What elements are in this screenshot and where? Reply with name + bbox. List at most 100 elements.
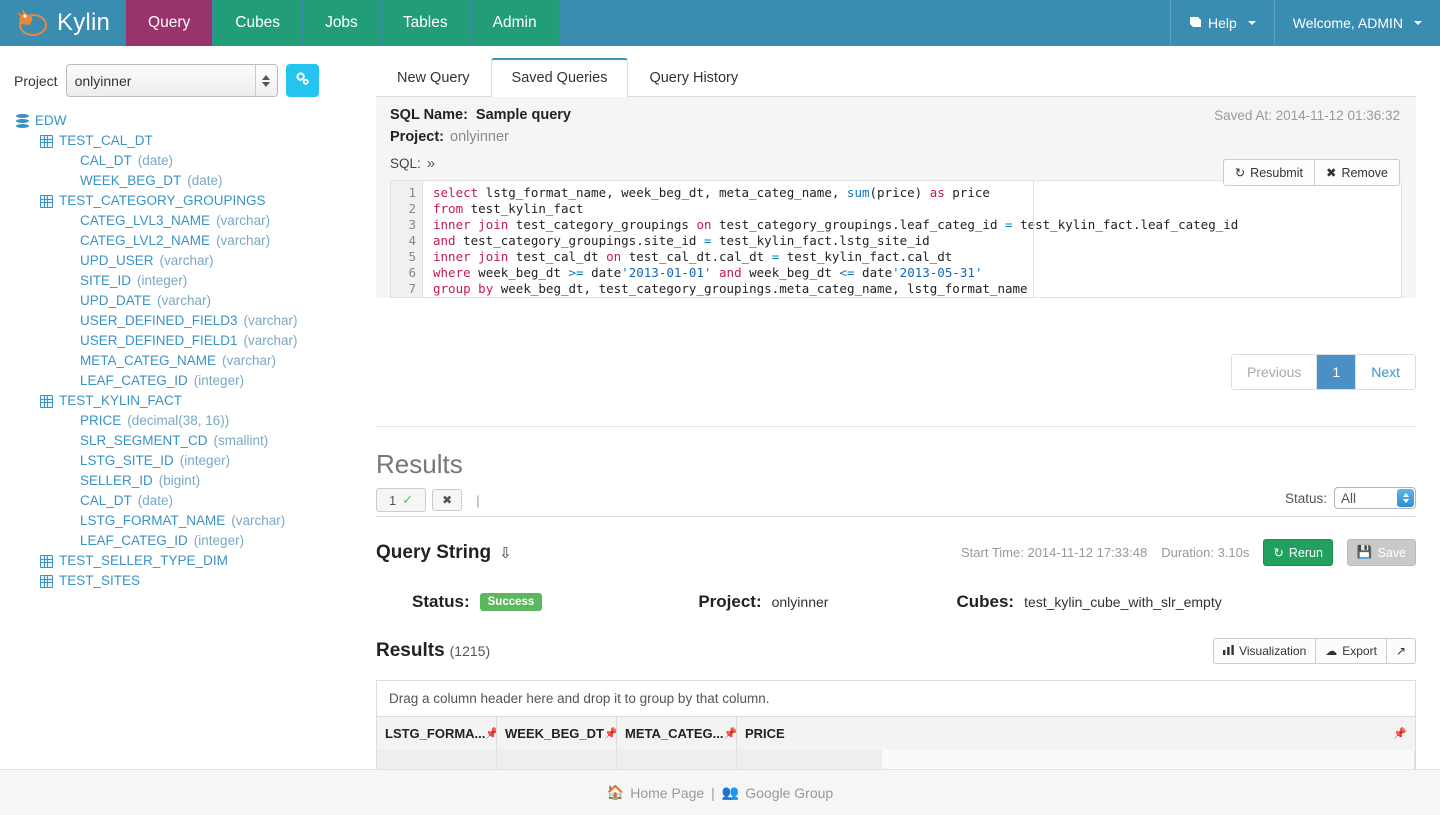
- tree-table-item[interactable]: TEST_CATEGORY_GROUPINGS: [16, 191, 376, 211]
- line-number-gutter: 12345678: [391, 181, 423, 297]
- sql-line: where week_beg_dt >= date'2013-01-01' an…: [433, 265, 983, 280]
- tree-column-item[interactable]: LEAF_CATEG_ID (integer): [16, 531, 376, 551]
- pin-icon[interactable]: 📌: [485, 727, 496, 740]
- chevron-updown-icon: [1397, 489, 1414, 507]
- saved-query-panel: Saved At: 2014-11-12 01:36:32 SQL Name: …: [376, 97, 1416, 298]
- nav-item-cubes[interactable]: Cubes: [213, 0, 304, 46]
- brand[interactable]: Kylin: [0, 0, 126, 46]
- tree-column-item[interactable]: USER_DEFINED_FIELD1 (varchar): [16, 331, 376, 351]
- result-tab-close-button[interactable]: ✖: [432, 489, 463, 511]
- grid-column-lstg-format-name[interactable]: LSTG_FORMA... 📌: [377, 717, 497, 750]
- tree-item-label: CATEG_LVL3_NAME: [80, 213, 211, 228]
- grid-column-meta-categ-name[interactable]: META_CATEG... 📌: [617, 717, 737, 750]
- chevron-right-icon[interactable]: »: [427, 155, 435, 172]
- tree-column-item[interactable]: UPD_USER (varchar): [16, 251, 376, 271]
- tree-table-item[interactable]: TEST_SELLER_TYPE_DIM: [16, 551, 376, 571]
- duration-text: Duration: 3.10s: [1161, 545, 1250, 560]
- tree-item-type: (varchar): [222, 353, 277, 368]
- table-icon: [40, 134, 53, 148]
- brand-label: Kylin: [57, 9, 111, 36]
- home-page-link[interactable]: 🏠 Home Page: [607, 784, 704, 801]
- book-icon: [1189, 15, 1202, 31]
- tree-column-item[interactable]: WEEK_BEG_DT (date): [16, 171, 376, 191]
- user-label: Welcome, ADMIN: [1292, 15, 1403, 31]
- project-settings-button[interactable]: [285, 64, 319, 97]
- google-group-link[interactable]: 👥 Google Group: [722, 784, 833, 801]
- nav-item-tables[interactable]: Tables: [380, 0, 471, 46]
- page-body: Project onlyinner EDW TEST_CAL_DT CAL_DT (d…: [0, 46, 1440, 815]
- tree-item-label: USER_DEFINED_FIELD1: [80, 333, 238, 348]
- tree-column-item[interactable]: PRICE (decimal(38, 16)): [16, 411, 376, 431]
- nav-item-query[interactable]: Query: [126, 0, 214, 46]
- table-icon: [40, 394, 53, 408]
- cubes-info-label: Cubes:: [956, 592, 1015, 611]
- save-button[interactable]: 💾 Save: [1346, 539, 1416, 566]
- sql-editor[interactable]: 12345678 select lstg_format_name, week_b…: [390, 180, 1402, 298]
- expand-button[interactable]: ↗: [1386, 638, 1416, 664]
- gears-icon: [295, 71, 310, 91]
- pagination-previous[interactable]: Previous: [1231, 355, 1318, 389]
- tree-column-item[interactable]: CATEG_LVL2_NAME (varchar): [16, 231, 376, 251]
- tree-column-item[interactable]: META_CATEG_NAME (varchar): [16, 351, 376, 371]
- tree-column-item[interactable]: USER_DEFINED_FIELD3 (varchar): [16, 311, 376, 331]
- status-filter-select[interactable]: All: [1334, 487, 1416, 509]
- tree-item-label: PRICE: [80, 413, 122, 428]
- tree-column-item[interactable]: UPD_DATE (varchar): [16, 291, 376, 311]
- chevron-double-down-icon[interactable]: ⇩: [499, 544, 512, 562]
- query-string-title[interactable]: Query String ⇩: [376, 542, 512, 564]
- tree-table-item[interactable]: EDW: [16, 111, 376, 131]
- user-menu[interactable]: Welcome, ADMIN: [1273, 0, 1440, 46]
- pagination-page-1[interactable]: 1: [1317, 355, 1357, 389]
- results-tabs: 1 ✓ ✖ |: [376, 484, 480, 516]
- help-menu[interactable]: Help: [1169, 0, 1274, 46]
- status-info-label: Status:: [412, 592, 470, 611]
- project-select[interactable]: onlyinner: [65, 64, 278, 97]
- tree-item-label: TEST_SELLER_TYPE_DIM: [59, 553, 228, 568]
- tree-item-label: LSTG_SITE_ID: [80, 453, 174, 468]
- tree-column-item[interactable]: CATEG_LVL3_NAME (varchar): [16, 211, 376, 231]
- resubmit-label: Resubmit: [1250, 165, 1303, 180]
- tree-column-item[interactable]: LSTG_SITE_ID (integer): [16, 451, 376, 471]
- tree-item-type: (decimal(38, 16)): [127, 413, 230, 428]
- tab-new-query[interactable]: New Query: [376, 58, 491, 97]
- times-icon: ✖: [1325, 166, 1337, 180]
- nav-links: Query Cubes Jobs Tables Admin: [126, 0, 560, 46]
- home-page-label: Home Page: [630, 784, 705, 801]
- tree-table-item[interactable]: TEST_SITES: [16, 571, 376, 591]
- grid-column-price[interactable]: PRICE 📌: [737, 717, 1415, 750]
- nav-item-jobs[interactable]: Jobs: [303, 0, 381, 46]
- tree-column-item[interactable]: SLR_SEGMENT_CD (smallint): [16, 431, 376, 451]
- footer: 🏠 Home Page | 👥 Google Group: [0, 769, 1440, 815]
- tree-column-item[interactable]: LEAF_CATEG_ID (integer): [16, 371, 376, 391]
- tree-item-label: TEST_KYLIN_FACT: [59, 393, 183, 408]
- tree-column-item[interactable]: CAL_DT (date): [16, 151, 376, 171]
- result-tab-1[interactable]: 1 ✓: [376, 488, 427, 512]
- grid-column-label: PRICE: [745, 726, 785, 741]
- sql-line: inner join test_cal_dt on test_cal_dt.ca…: [433, 249, 953, 264]
- tree-table-item[interactable]: TEST_KYLIN_FACT: [16, 391, 376, 411]
- pin-icon[interactable]: 📌: [723, 727, 736, 740]
- rerun-button[interactable]: ↻ Rerun: [1263, 539, 1333, 566]
- visualization-button[interactable]: Visualization: [1213, 638, 1317, 664]
- pin-icon[interactable]: 📌: [1393, 727, 1407, 740]
- grid-column-week-beg-dt[interactable]: WEEK_BEG_DT 📌: [497, 717, 617, 750]
- tree-column-item[interactable]: SELLER_ID (bigint): [16, 471, 376, 491]
- tree-item-label: SITE_ID: [80, 273, 132, 288]
- export-button[interactable]: ☁ Export: [1316, 638, 1387, 664]
- tree-item-label: CATEG_LVL2_NAME: [80, 233, 211, 248]
- group-by-dropzone[interactable]: Drag a column header here and drop it to…: [377, 681, 1415, 717]
- tree-item-label: EDW: [35, 113, 67, 128]
- pagination-next[interactable]: Next: [1356, 355, 1415, 389]
- nav-item-admin[interactable]: Admin: [470, 0, 560, 46]
- tree-column-item[interactable]: CAL_DT (date): [16, 491, 376, 511]
- sql-name-value: Sample query: [475, 107, 571, 123]
- tab-query-history[interactable]: Query History: [628, 58, 759, 97]
- tree-column-item[interactable]: LSTG_FORMAT_NAME (varchar): [16, 511, 376, 531]
- tree-column-item[interactable]: SITE_ID (integer): [16, 271, 376, 291]
- grid-column-label: LSTG_FORMA...: [385, 726, 486, 741]
- pin-icon[interactable]: 📌: [604, 727, 616, 740]
- table-icon: [40, 194, 53, 208]
- sql-line: group by week_beg_dt, test_category_grou…: [433, 281, 1028, 296]
- tab-saved-queries[interactable]: Saved Queries: [490, 58, 629, 97]
- tree-table-item[interactable]: TEST_CAL_DT: [16, 131, 376, 151]
